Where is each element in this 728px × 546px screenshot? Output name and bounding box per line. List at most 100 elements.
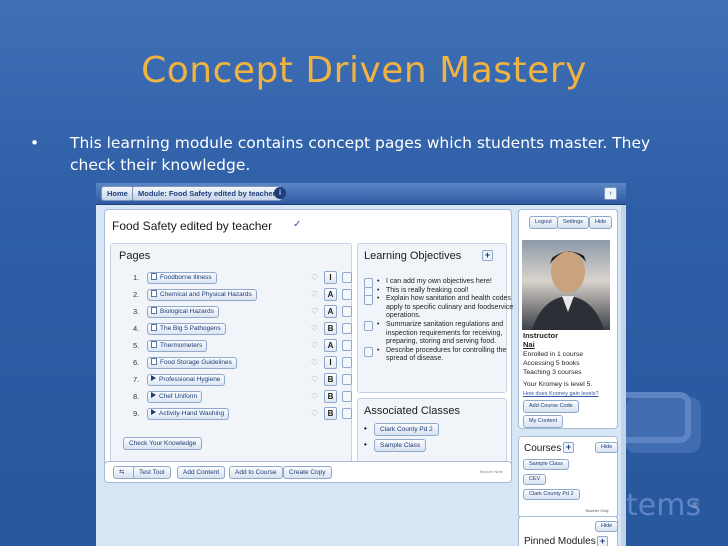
- page-row: 8. Chef Uniform ♡ B: [111, 390, 352, 404]
- page-label: Foodborne Illness: [160, 274, 212, 281]
- test-tool-button[interactable]: Test Tool: [133, 466, 171, 479]
- trash-icon[interactable]: [342, 374, 352, 385]
- trash-icon[interactable]: [364, 295, 373, 306]
- logout-button[interactable]: Logout: [529, 216, 558, 229]
- hide-profile-button[interactable]: Hide: [589, 216, 613, 229]
- objective-text: Explain how sanitation and health codes …: [386, 295, 514, 320]
- trash-icon[interactable]: [342, 306, 352, 317]
- grade-badge[interactable]: A: [324, 305, 337, 318]
- check-knowledge-button[interactable]: Check Your Knowledge: [123, 437, 203, 450]
- bullet-dot: •: [364, 440, 367, 449]
- bulb-icon[interactable]: ♡: [311, 392, 318, 401]
- page-link[interactable]: Food Storage Guidelines: [147, 357, 237, 369]
- profile-enrolled: Enrolled in 1 course: [523, 351, 584, 358]
- course-link[interactable]: Sample Class: [523, 459, 569, 470]
- page-number: 5.: [133, 341, 140, 350]
- page-row: 6. Food Storage Guidelines ♡ I: [111, 356, 352, 370]
- page-label: Chemical and Physical Hazards: [160, 291, 252, 298]
- add-course-code-button[interactable]: Add Course Code: [523, 400, 579, 413]
- info-icon[interactable]: i: [274, 187, 286, 199]
- chevron-right-icon[interactable]: ›: [604, 187, 617, 200]
- profile-name[interactable]: Nai: [523, 340, 535, 350]
- play-icon: [151, 392, 156, 398]
- page-label: Food Storage Guidelines: [160, 359, 232, 366]
- page-link[interactable]: Foodborne Illness: [147, 272, 217, 284]
- page-icon: [151, 341, 157, 348]
- page-link[interactable]: Activity-Hand Washing: [147, 408, 230, 420]
- grade-badge[interactable]: B: [324, 373, 337, 386]
- page-link[interactable]: Thermometers: [147, 340, 208, 352]
- edit-check-icon[interactable]: ✓: [293, 219, 301, 230]
- page-row: 3. Biological Hazards ♡ A: [111, 305, 352, 319]
- settings-button[interactable]: Settings: [557, 216, 589, 229]
- course-link[interactable]: Clark County Pd 2: [523, 489, 580, 500]
- bulb-icon[interactable]: ♡: [311, 375, 318, 384]
- bulb-icon[interactable]: ♡: [311, 324, 318, 333]
- module-title: Food Safety edited by teacher: [112, 219, 273, 233]
- add-content-button[interactable]: Add Content: [177, 466, 226, 479]
- trash-icon[interactable]: [342, 289, 352, 300]
- grade-badge[interactable]: I: [324, 271, 337, 284]
- hide-pinned-button[interactable]: Hide: [595, 521, 619, 532]
- add-course-button[interactable]: +: [563, 442, 574, 453]
- page-link[interactable]: Professional Hygiene: [147, 374, 226, 386]
- page-icon: [151, 358, 157, 365]
- page-row: 7. Professional Hygiene ♡ B: [111, 373, 352, 387]
- course-link[interactable]: CEV: [523, 474, 547, 485]
- breadcrumb-module[interactable]: Module: Food Safety edited by teacher: [132, 186, 282, 201]
- grade-badge[interactable]: I: [324, 356, 337, 369]
- bulb-icon[interactable]: ♡: [311, 358, 318, 367]
- objectives-title: Learning Objectives: [364, 250, 462, 262]
- pinned-panel: Hide Pinned Modules +: [518, 516, 619, 546]
- module-toolbar: ⇆ Test Tool Add Content Add to Course Cr…: [104, 461, 512, 483]
- class-link[interactable]: Sample Class: [374, 439, 427, 452]
- bulb-icon[interactable]: ♡: [311, 273, 318, 282]
- page-link[interactable]: Chemical and Physical Hazards: [147, 289, 257, 301]
- trash-icon[interactable]: [342, 272, 352, 283]
- page-row: 2. Chemical and Physical Hazards ♡ A: [111, 288, 352, 302]
- add-to-course-button[interactable]: Add to Course: [229, 466, 283, 479]
- trash-icon[interactable]: [364, 320, 373, 331]
- page-label: Professional Hygiene: [159, 376, 221, 383]
- page-number: 4.: [133, 324, 140, 333]
- objectives-section: Learning Objectives + • I can add my own …: [357, 243, 513, 393]
- breadcrumb-home[interactable]: Home: [101, 186, 134, 201]
- hide-courses-button[interactable]: Hide: [595, 442, 619, 453]
- page-number: 1.: [133, 273, 140, 282]
- pages-list: 1. Foodborne Illness ♡ I 2. Chemical and Phys…: [111, 271, 353, 432]
- grade-badge[interactable]: B: [324, 407, 337, 420]
- page-label: Chef Uniform: [159, 393, 198, 400]
- bulb-icon[interactable]: ♡: [311, 341, 318, 350]
- page-label: The Big 5 Pathogens: [160, 325, 221, 332]
- grade-badge[interactable]: A: [324, 339, 337, 352]
- bulb-icon[interactable]: ♡: [311, 290, 318, 299]
- trash-icon[interactable]: [342, 408, 352, 419]
- bullet-dot: •: [377, 295, 380, 303]
- trash-icon[interactable]: [342, 323, 352, 334]
- scrollbar[interactable]: [621, 205, 626, 546]
- pinned-title: Pinned Modules: [524, 536, 596, 546]
- page-link[interactable]: Chef Uniform: [147, 391, 203, 403]
- courses-list: Sample Class CEV Clark County Pd 2: [523, 459, 613, 504]
- my-content-button[interactable]: My Content: [523, 415, 564, 428]
- trash-icon[interactable]: [342, 357, 352, 368]
- class-item: • Clark County Pd 2: [364, 423, 504, 437]
- bulb-icon[interactable]: ♡: [311, 409, 318, 418]
- page-link[interactable]: Biological Hazards: [147, 306, 219, 318]
- add-objective-button[interactable]: +: [482, 250, 493, 261]
- class-link[interactable]: Clark County Pd 2: [374, 423, 439, 436]
- create-copy-button[interactable]: Create Copy: [283, 466, 332, 479]
- grade-badge[interactable]: B: [324, 390, 337, 403]
- bulb-icon[interactable]: ♡: [311, 307, 318, 316]
- kromey-levels-link[interactable]: How does Kromey gain levels?: [523, 390, 599, 399]
- page-row: 9. Activity-Hand Washing ♡ B: [111, 407, 352, 421]
- trash-icon[interactable]: [364, 346, 373, 357]
- trash-icon[interactable]: [342, 340, 352, 351]
- page-link[interactable]: The Big 5 Pathogens: [147, 323, 226, 335]
- grade-badge[interactable]: B: [324, 322, 337, 335]
- objective-item: • Summarize sanitation regulations and in…: [364, 320, 524, 347]
- trash-icon[interactable]: [342, 391, 352, 402]
- grade-badge[interactable]: A: [324, 288, 337, 301]
- profile-teaching: Teaching 3 courses: [523, 369, 582, 376]
- add-pinned-button[interactable]: +: [597, 536, 608, 546]
